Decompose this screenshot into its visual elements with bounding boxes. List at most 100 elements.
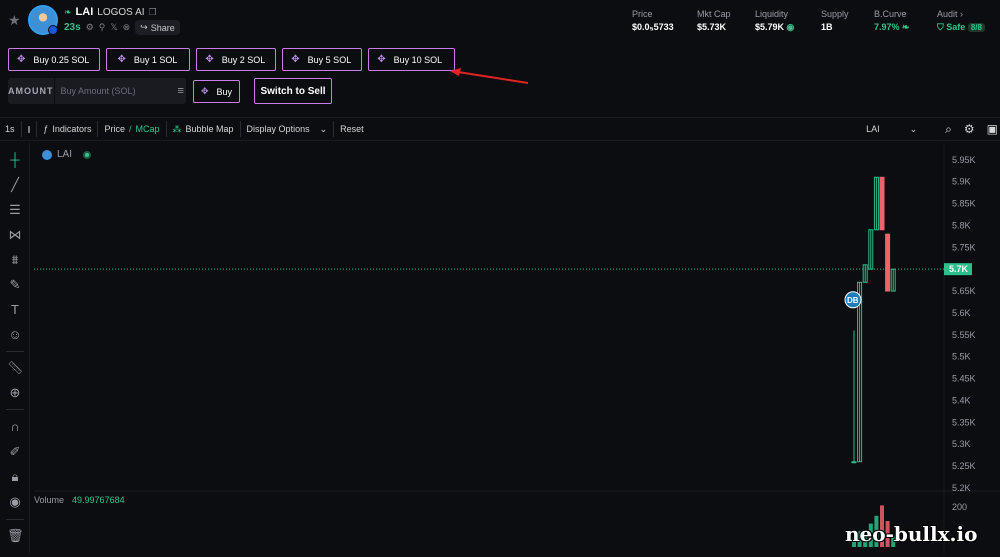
emoji-icon[interactable]: ☺ <box>7 327 23 343</box>
link-icon[interactable]: ⚲ <box>99 22 106 33</box>
flash-icon: ✥ <box>205 54 214 65</box>
bubble-map-button[interactable]: ⁂ Bubble Map <box>173 124 234 135</box>
current-price-label: 5.7K <box>949 264 969 274</box>
amount-box: AMOUNT ≡ <box>8 78 186 104</box>
buy-5-sol-button[interactable]: ✥ Buy 5 SOL <box>282 48 363 71</box>
y-tick-label: 5.85K <box>952 199 976 209</box>
brush-icon[interactable]: ✎ <box>7 277 23 293</box>
favorite-star-icon[interactable]: ★ <box>8 12 21 29</box>
close-circle-icon[interactable]: ⊗ <box>123 22 131 33</box>
interval-select[interactable]: 1s <box>5 124 15 134</box>
bcurve-value: 7.97% <box>874 22 900 32</box>
display-options-button[interactable]: Display Options ⌄ <box>247 124 328 135</box>
share-icon: ↪ <box>140 22 148 32</box>
indicators-button[interactable]: ƒ Indicators <box>43 124 91 134</box>
red-arrow-annotation <box>450 68 529 84</box>
y-tick-label: 5.2K <box>952 483 971 493</box>
button-label: Buy 10 SOL <box>393 54 443 65</box>
y-tick-label: 5.65K <box>952 286 976 296</box>
flash-icon: ✥ <box>201 86 209 96</box>
liquidity-value: $5.79K <box>755 22 785 32</box>
horizontal-lines-icon[interactable]: ☰ <box>7 202 23 218</box>
pencil-lock-icon[interactable]: ✐ <box>7 444 23 460</box>
pitchfork-icon[interactable]: ⋈ <box>7 227 23 243</box>
price-option: Price <box>104 124 125 134</box>
settings-icon[interactable]: ⚙ <box>86 22 94 33</box>
stat-label: Price <box>632 9 653 19</box>
y-tick-label: 5.95K <box>952 155 976 165</box>
crosshair-icon[interactable]: ┼ <box>7 152 23 168</box>
drawing-toolbar: ┼ ╱ ☰ ⋈ ⩩ ✎ T ☺ 📏︎ ⊕ ∩ ✐ 🔒︎ ◉ 🗑︎ <box>0 143 30 554</box>
eye-icon[interactable]: ◉ <box>7 494 23 510</box>
lock-icon[interactable]: 🔒︎ <box>7 469 23 485</box>
audit-label: Audit <box>937 9 958 19</box>
price-chart[interactable]: 5.95K 5.9K 5.85K 5.8K 5.75K 5.7K 5.65K 5.6K 5.55… <box>34 143 1000 554</box>
toggle-separator: / <box>128 124 132 134</box>
chevron-right-icon: › <box>960 9 964 19</box>
ruler-icon[interactable]: 📏︎ <box>7 360 24 376</box>
zoom-in-icon[interactable]: ⊕ <box>7 385 23 401</box>
volume-tick-label: 200 <box>952 502 967 512</box>
copy-icon[interactable]: ❐ <box>149 7 157 18</box>
reset-button[interactable]: Reset <box>340 124 364 134</box>
buy-10-sol-button[interactable]: ✥ Buy 10 SOL <box>368 48 456 71</box>
magnet-icon[interactable]: ∩ <box>7 419 23 435</box>
audit-score-badge: 8/8 <box>967 23 985 32</box>
candle-type-icon[interactable]: ⫾ <box>28 124 31 135</box>
flash-icon: ✥ <box>117 54 126 65</box>
gear-icon[interactable]: ⚙ <box>964 122 975 136</box>
share-label: Share <box>150 22 175 33</box>
buy-button[interactable]: ✥ Buy <box>193 80 241 103</box>
volume-label: Volume <box>34 495 65 505</box>
buy-amount-input[interactable] <box>54 86 178 96</box>
camera-icon[interactable]: ▣ <box>987 122 998 136</box>
leaf-icon: ❧ <box>64 6 72 17</box>
buy-1-sol-button[interactable]: ✥ Buy 1 SOL <box>106 48 191 71</box>
buy-0.25-sol-button[interactable]: ✥ Buy 0.25 SOL <box>8 48 101 71</box>
flash-icon: ✥ <box>377 54 386 65</box>
buy-2-sol-button[interactable]: ✥ Buy 2 SOL <box>196 48 277 71</box>
button-label: Buy 0.25 SOL <box>33 54 90 65</box>
divider <box>165 121 167 137</box>
text-icon[interactable]: T <box>7 302 23 318</box>
y-tick-label: 5.3K <box>952 439 971 449</box>
trend-line-icon[interactable]: ╱ <box>7 177 23 193</box>
audit-value: Safe <box>946 22 966 32</box>
bubble-map-label: Bubble Map <box>185 124 234 134</box>
x-twitter-icon[interactable]: 𝕏 <box>110 22 117 33</box>
divider <box>333 121 335 137</box>
y-tick-label: 5.25K <box>952 461 976 471</box>
amount-label: AMOUNT <box>8 78 55 104</box>
token-ticker: LAI <box>75 6 94 18</box>
stat-value: $0.0₅5733 <box>632 22 674 32</box>
divider <box>36 121 38 137</box>
menu-icon[interactable]: ≡ <box>178 85 187 97</box>
bubble-map-icon: ⁂ <box>172 123 182 134</box>
stat-label: Mkt Cap <box>697 9 731 19</box>
volume-legend: Volume 49.99767684 <box>34 495 125 505</box>
stat-value: $5.79K ◉ <box>755 22 794 33</box>
leaf-icon: ❧ <box>902 22 910 32</box>
mcap-option: MCap <box>135 124 160 134</box>
stat-audit[interactable]: Audit › ⛉ Safe 8/8 <box>937 9 985 33</box>
y-tick-label: 5.6K <box>952 308 971 318</box>
candlestick-chart[interactable]: 5.95K 5.9K 5.85K 5.8K 5.75K 5.7K 5.65K 5.6K 5.55… <box>34 143 1000 554</box>
share-button[interactable]: ↪ Share <box>135 20 180 35</box>
fib-retracement-icon[interactable]: ⩩ <box>7 252 23 268</box>
flash-icon: ✥ <box>291 54 300 65</box>
stat-liquidity: Liquidity $5.79K ◉ <box>755 9 794 33</box>
token-header: ★ ❧ LAI LOGOS AI ❐ 23s ⚙ ⚲ 𝕏 ⊗ ↪ Share P… <box>0 0 1000 42</box>
button-label: Buy <box>216 86 233 97</box>
stat-supply: Supply 1B <box>821 9 849 32</box>
legend-symbol: LAI <box>57 149 73 160</box>
price-mcap-toggle[interactable]: Price / MCap <box>104 124 159 134</box>
flash-icon: ✥ <box>17 54 26 65</box>
token-avatar-small <box>42 149 52 160</box>
trash-icon[interactable]: 🗑︎ <box>7 528 24 544</box>
stat-value: $5.73K <box>697 22 727 32</box>
switch-to-sell-button[interactable]: Switch to Sell <box>254 78 332 104</box>
search-icon[interactable]: ⌕ <box>945 122 952 137</box>
symbol-select[interactable]: LAI ⌄ <box>866 124 917 135</box>
divider <box>6 351 24 352</box>
y-tick-label: 5.9K <box>952 177 971 187</box>
